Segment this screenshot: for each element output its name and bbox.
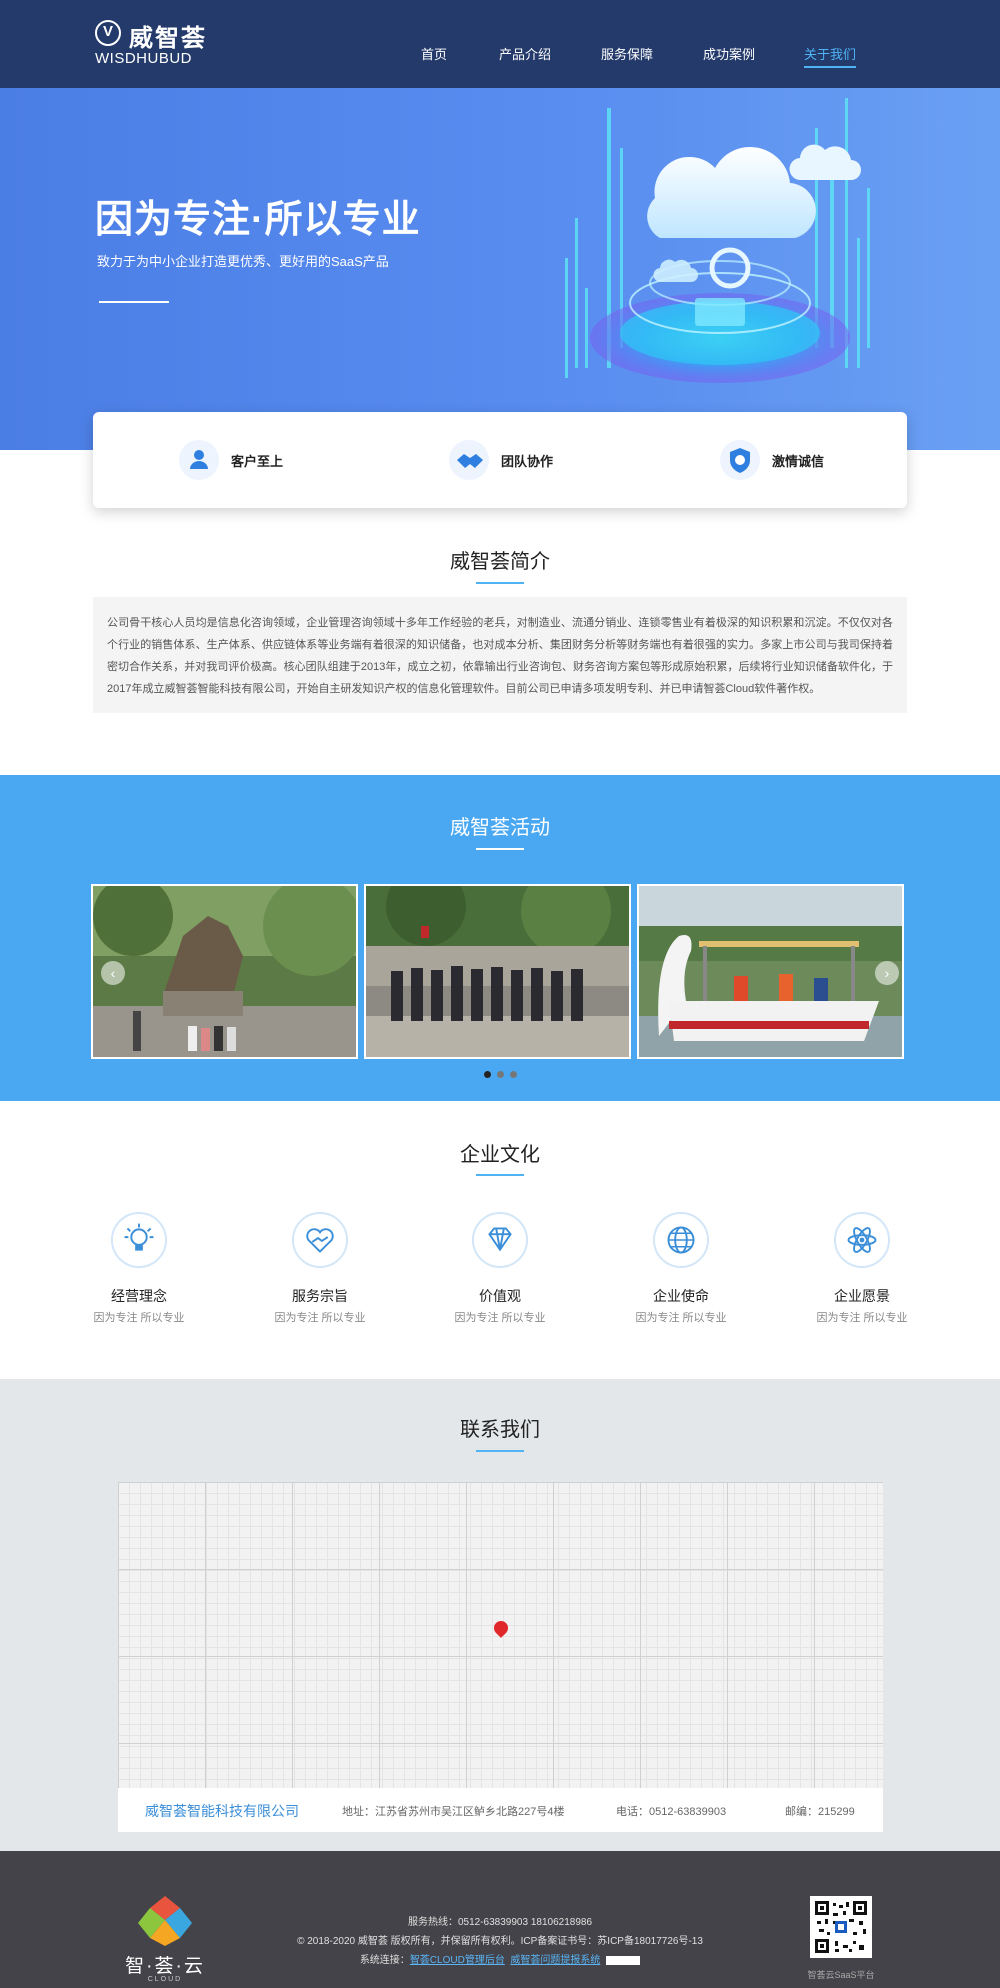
carousel-dot-1[interactable] bbox=[484, 1071, 491, 1078]
main-nav: 首页 产品介绍 服务保障 成功案例 关于我们 bbox=[400, 44, 880, 68]
contact-section: 联系我们 威智荟智能科技有限公司 地址：江苏省苏州市吴江区鲈乡北路227号4楼 … bbox=[0, 1379, 1000, 1851]
logo-mark-icon bbox=[95, 20, 121, 46]
site-header: 威智荟 WISDHUBUD 首页 产品介绍 服务保障 成功案例 关于我们 bbox=[0, 0, 1000, 88]
contact-company: 威智荟智能科技有限公司 bbox=[145, 1803, 299, 1819]
site-logo[interactable]: 威智荟 WISDHUBUD bbox=[95, 18, 215, 68]
map-pin-icon[interactable] bbox=[491, 1618, 511, 1638]
statue-group-photo-icon bbox=[93, 886, 356, 1057]
activity-section: 威智荟活动 ‹ › bbox=[0, 775, 1000, 1101]
qr-code-icon bbox=[810, 1896, 872, 1958]
culture-item-name: 经营理念 bbox=[111, 1288, 167, 1304]
footer-links-label: 系统连接： bbox=[359, 1955, 410, 1966]
culture-item-desc: 因为专注 所以专业 bbox=[454, 1312, 546, 1324]
culture-item-desc: 因为专注 所以专业 bbox=[635, 1312, 727, 1324]
footer-link-issues[interactable]: 威智荟问题提报系统 bbox=[510, 1955, 600, 1966]
handshake-icon bbox=[449, 440, 489, 480]
activity-title-underline bbox=[476, 848, 524, 850]
location-map[interactable] bbox=[118, 1482, 883, 1788]
activity-title: 威智荟活动 bbox=[450, 817, 550, 839]
footer-brand-en: CLOUD bbox=[147, 1976, 183, 1983]
nav-item-home[interactable]: 首页 bbox=[421, 44, 447, 68]
activity-photo-team[interactable] bbox=[364, 884, 631, 1059]
hero-banner: 因为专注·所以专业 致力于为中小企业打造更优秀、更好用的SaaS产品 bbox=[0, 88, 1000, 450]
intro-text: 公司骨干核心人员均是信息化咨询领域，企业管理咨询领域十多年工作经验的老兵，对制造… bbox=[93, 597, 907, 713]
cloud-illustration-icon bbox=[565, 98, 870, 383]
nav-item-cases[interactable]: 成功案例 bbox=[703, 44, 755, 68]
culture-item-name: 企业愿景 bbox=[834, 1288, 890, 1304]
culture-item-name: 服务宗旨 bbox=[292, 1288, 348, 1304]
carousel-dot-2[interactable] bbox=[497, 1071, 504, 1078]
globe-icon bbox=[653, 1212, 709, 1268]
team-group-photo-icon bbox=[366, 886, 629, 1057]
logo-name-en: WISDHUBUD bbox=[95, 50, 192, 67]
value-label: 激情诚信 bbox=[772, 454, 825, 469]
culture-item-desc: 因为专注 所以专业 bbox=[816, 1312, 908, 1324]
intro-title: 威智荟简介 bbox=[450, 551, 550, 573]
nav-item-about[interactable]: 关于我们 bbox=[804, 44, 857, 68]
culture-item-philosophy: 经营理念 因为专注 所以专业 bbox=[74, 1212, 204, 1332]
hero-title: 因为专注·所以专业 bbox=[95, 199, 421, 241]
nav-item-service[interactable]: 服务保障 bbox=[601, 44, 653, 68]
culture-item-desc: 因为专注 所以专业 bbox=[274, 1312, 366, 1324]
value-label: 团队协作 bbox=[501, 454, 554, 469]
cnnic-badge-icon[interactable] bbox=[606, 1955, 641, 1965]
value-label: 客户至上 bbox=[231, 454, 284, 469]
hero-subtitle: 致力于为中小企业打造更优秀、更好用的SaaS产品 bbox=[97, 254, 389, 269]
contact-postcode: 邮编：215299 bbox=[785, 1806, 855, 1818]
nav-item-products[interactable]: 产品介绍 bbox=[499, 44, 551, 68]
culture-item-values: 价值观 因为专注 所以专业 bbox=[435, 1212, 565, 1332]
carousel-next-arrow-icon[interactable]: › bbox=[875, 961, 899, 985]
logo-name-cn: 威智荟 bbox=[129, 25, 207, 52]
culture-title-underline bbox=[476, 1174, 524, 1176]
map-info-bar: 威智荟智能科技有限公司 地址：江苏省苏州市吴江区鲈乡北路227号4楼 电话：05… bbox=[118, 1788, 883, 1832]
contact-phone: 电话：0512-63839903 bbox=[616, 1806, 727, 1818]
contact-address: 地址：江苏省苏州市吴江区鲈乡北路227号4楼 bbox=[342, 1806, 565, 1818]
carousel-prev-arrow-icon[interactable]: ‹ bbox=[101, 961, 125, 985]
lightbulb-icon bbox=[111, 1212, 167, 1268]
culture-item-service: 服务宗旨 因为专注 所以专业 bbox=[255, 1212, 385, 1332]
atom-icon bbox=[834, 1212, 890, 1268]
intro-title-underline bbox=[476, 582, 524, 584]
activity-photo-statue[interactable] bbox=[91, 884, 358, 1059]
carousel-dot-3[interactable] bbox=[510, 1071, 517, 1078]
contact-title-underline bbox=[476, 1450, 524, 1452]
swan-boat-photo-icon bbox=[639, 886, 902, 1057]
footer-link-admin[interactable]: 智荟CLOUD管理后台 bbox=[410, 1955, 505, 1966]
hero-divider bbox=[99, 301, 169, 303]
shield-icon bbox=[720, 440, 760, 480]
diamond-icon bbox=[472, 1212, 528, 1268]
culture-item-vision: 企业愿景 因为专注 所以专业 bbox=[797, 1212, 927, 1332]
heart-hands-icon bbox=[292, 1212, 348, 1268]
customer-icon bbox=[179, 440, 219, 480]
culture-item-desc: 因为专注 所以专业 bbox=[93, 1312, 185, 1324]
site-footer: 智·荟·云 CLOUD 服务热线：0512-63839903 181062189… bbox=[0, 1851, 1000, 1988]
qr-caption: 智荟云SaaS平台 bbox=[807, 1970, 875, 1980]
culture-title: 企业文化 bbox=[460, 1144, 540, 1166]
activity-photo-boat[interactable] bbox=[637, 884, 904, 1059]
contact-title: 联系我们 bbox=[460, 1419, 540, 1441]
culture-item-mission: 企业使命 因为专注 所以专业 bbox=[616, 1212, 746, 1332]
culture-item-name: 价值观 bbox=[479, 1288, 521, 1304]
culture-item-name: 企业使命 bbox=[653, 1288, 709, 1304]
values-card: 客户至上 团队协作 激情诚信 bbox=[93, 412, 907, 508]
